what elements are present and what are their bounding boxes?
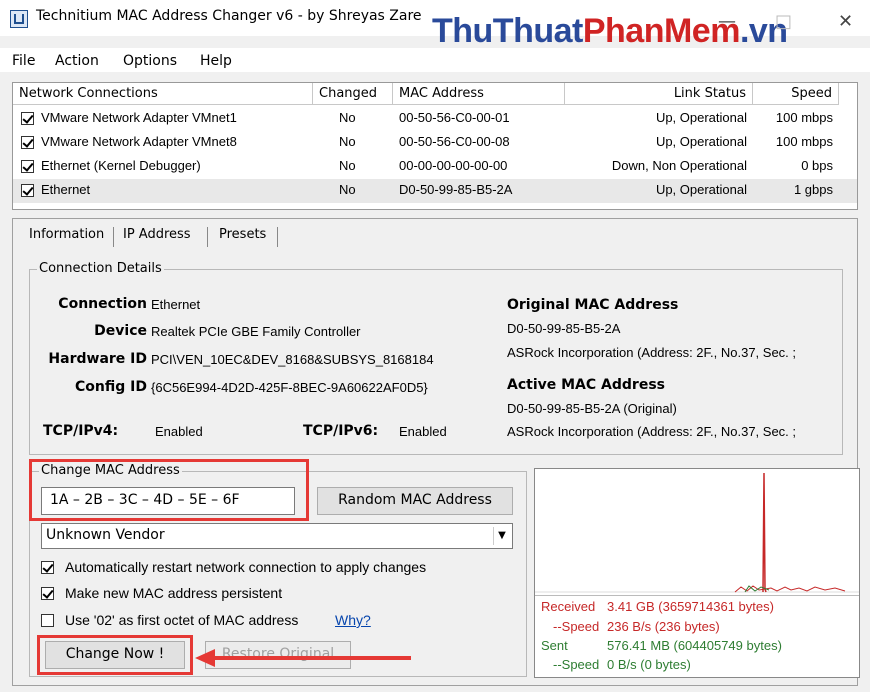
row-changed: No — [339, 134, 356, 149]
original-mac-title: Original MAC Address — [507, 297, 679, 313]
tab-ip-address[interactable]: IP Address — [123, 227, 191, 242]
tcp-ipv6-label: TCP/IPv6: — [303, 423, 379, 439]
config-id-value: {6C56E994-4D2D-425F-8BEC-9A60622AF0D5} — [151, 380, 428, 395]
tab-divider — [113, 227, 114, 247]
chevron-down-icon[interactable]: ▼ — [493, 527, 510, 545]
hardware-id-label: Hardware ID — [48, 351, 147, 367]
row-speed: 1 gbps — [793, 182, 833, 197]
table-row[interactable]: VMware Network Adapter VMnet1 No 00-50-5… — [13, 107, 857, 131]
row-name: Ethernet (Kernel Debugger) — [41, 158, 201, 173]
original-mac-value: D0-50-99-85-B5-2A — [507, 321, 621, 336]
hardware-id-value: PCI\VEN_10EC&DEV_8168&SUBSYS_8168184 — [151, 352, 434, 367]
received-speed-label: --Speed — [553, 619, 600, 634]
received-speed-value: 236 B/s (236 bytes) — [607, 619, 720, 634]
column-header-speed[interactable]: Speed — [753, 83, 839, 105]
row-link: Up, Operational — [655, 182, 747, 197]
active-mac-vendor: ASRock Incorporation (Address: 2F., No.3… — [507, 424, 797, 439]
random-mac-button[interactable]: Random MAC Address — [317, 487, 513, 515]
row-checkbox[interactable] — [21, 136, 34, 149]
menu-help[interactable]: Help — [200, 53, 232, 69]
minimize-icon[interactable]: — — [718, 13, 736, 31]
row-speed: 0 bps — [801, 158, 833, 173]
app-icon — [10, 10, 28, 28]
restart-checkbox[interactable] — [41, 561, 54, 574]
sent-speed-label: --Speed — [553, 657, 600, 672]
row-changed: No — [339, 158, 356, 173]
received-value: 3.41 GB (3659714361 bytes) — [607, 599, 774, 614]
tab-presets[interactable]: Presets — [219, 227, 266, 242]
persistent-label: Make new MAC address persistent — [65, 585, 283, 601]
original-mac-vendor: ASRock Incorporation (Address: 2F., No.3… — [507, 345, 797, 360]
window-title: Technitium MAC Address Changer v6 - by S… — [36, 8, 422, 24]
menu-file[interactable]: File — [12, 53, 35, 69]
row-name: VMware Network Adapter VMnet1 — [41, 110, 237, 125]
tcp-ipv4-value: Enabled — [155, 424, 203, 439]
menu-action[interactable]: Action — [55, 53, 99, 69]
vendor-select-value: Unknown Vendor — [46, 527, 165, 543]
column-header-changed[interactable]: Changed — [313, 83, 393, 105]
mac-address-input[interactable]: 1A – 2B – 3C – 4D – 5E – 6F — [41, 487, 295, 515]
red-arrow — [195, 649, 411, 667]
tab-information[interactable]: Information — [29, 227, 104, 242]
change-now-button[interactable]: Change Now ! — [45, 641, 185, 669]
table-row[interactable]: VMware Network Adapter VMnet8 No 00-50-5… — [13, 131, 857, 155]
column-header-connections[interactable]: Network Connections — [13, 83, 313, 105]
traffic-graph: Received 3.41 GB (3659714361 bytes) --Sp… — [534, 468, 860, 678]
config-id-label: Config ID — [75, 379, 147, 395]
maximize-icon[interactable]: □ — [775, 13, 792, 31]
connection-label: Connection — [58, 296, 147, 312]
connection-value: Ethernet — [151, 297, 201, 312]
row-checkbox[interactable] — [21, 160, 34, 173]
title-bar: Technitium MAC Address Changer v6 - by S… — [0, 0, 870, 50]
tcp-ipv6-value: Enabled — [399, 424, 447, 439]
vendor-select[interactable]: Unknown Vendor ▼ — [41, 523, 513, 549]
tab-divider — [277, 227, 278, 247]
row-checkbox[interactable] — [21, 112, 34, 125]
persistent-checkbox[interactable] — [41, 587, 54, 600]
row-name: VMware Network Adapter VMnet8 — [41, 134, 237, 149]
column-header-link-status[interactable]: Link Status — [565, 83, 753, 105]
row-speed: 100 mbps — [775, 110, 833, 125]
row-mac: D0-50-99-85-B5-2A — [399, 182, 513, 197]
menu-bar: File Action Options Help — [0, 48, 870, 72]
row-link: Up, Operational — [655, 110, 747, 125]
active-mac-title: Active MAC Address — [507, 377, 665, 393]
tab-divider — [207, 227, 208, 247]
row-changed: No — [339, 110, 356, 125]
sent-label: Sent — [541, 638, 568, 653]
device-value: Realtek PCIe GBE Family Controller — [151, 324, 361, 339]
table-row-selected[interactable]: Ethernet No D0-50-99-85-B5-2A Up, Operat… — [13, 179, 857, 203]
row-link: Up, Operational — [655, 134, 747, 149]
row-checkbox[interactable] — [21, 184, 34, 197]
connection-details-label: Connection Details — [37, 261, 164, 276]
received-label: Received — [541, 599, 596, 614]
row-mac: 00-00-00-00-00-00 — [399, 158, 508, 173]
row-speed: 100 mbps — [775, 134, 833, 149]
active-mac-value: D0-50-99-85-B5-2A (Original) — [507, 401, 677, 416]
network-connections-list[interactable]: Network Connections Changed MAC Address … — [12, 82, 858, 210]
tcp-ipv4-label: TCP/IPv4: — [43, 423, 119, 439]
sent-speed-value: 0 B/s (0 bytes) — [607, 657, 691, 672]
row-link: Down, Non Operational — [611, 158, 747, 173]
column-header-mac[interactable]: MAC Address — [393, 83, 565, 105]
traffic-chart — [535, 472, 859, 593]
row-name: Ethernet — [41, 182, 91, 197]
use-02-label: Use '02' as first octet of MAC address — [65, 612, 299, 628]
close-icon[interactable]: ✕ — [838, 13, 853, 31]
device-label: Device — [94, 323, 147, 339]
menu-options[interactable]: Options — [123, 53, 177, 69]
table-row[interactable]: Ethernet (Kernel Debugger) No 00-00-00-0… — [13, 155, 857, 179]
graph-divider — [535, 595, 859, 596]
row-mac: 00-50-56-C0-00-01 — [399, 110, 510, 125]
use-02-checkbox[interactable] — [41, 614, 54, 627]
row-mac: 00-50-56-C0-00-08 — [399, 134, 510, 149]
why-link[interactable]: Why? — [335, 612, 371, 628]
sent-value: 576.41 MB (604405749 bytes) — [607, 638, 782, 653]
restart-label: Automatically restart network connection… — [65, 559, 427, 575]
row-changed: No — [339, 182, 356, 197]
